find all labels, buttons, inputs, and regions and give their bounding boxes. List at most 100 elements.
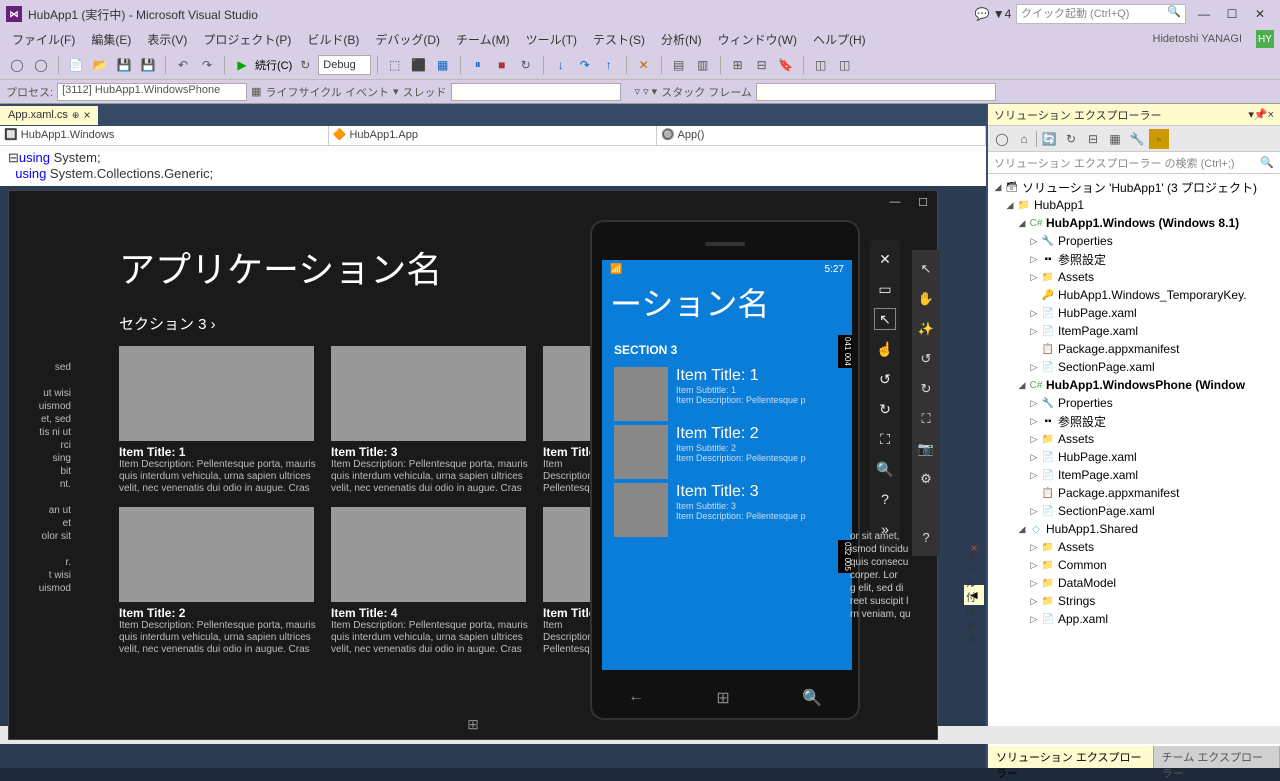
menu-tools[interactable]: ツール(T) bbox=[520, 29, 583, 50]
phone-screen[interactable]: 📶 5:27 ーション名 SECTION 3 Item Title: 1 Ite… bbox=[602, 260, 852, 670]
emu2-hand-icon[interactable]: ✋ bbox=[915, 288, 937, 310]
tab-solution-explorer[interactable]: ソリューション エクスプローラー bbox=[988, 746, 1154, 768]
sim-minimize-icon[interactable]: — bbox=[881, 191, 909, 213]
emu2-rotate-r-icon[interactable]: ↻ bbox=[915, 378, 937, 400]
phone-search-icon[interactable]: 🔍 bbox=[802, 688, 822, 708]
code-editor[interactable]: ⊟using System; using System.Collections.… bbox=[0, 146, 986, 186]
bookmark-icon[interactable]: 🔖 bbox=[775, 54, 797, 76]
se-showall-icon[interactable]: ▦ bbox=[1105, 129, 1125, 149]
tb-icon-c[interactable]: ◫ bbox=[810, 54, 832, 76]
se-sync-icon[interactable]: 🔄 bbox=[1039, 129, 1059, 149]
tb-icon-a[interactable]: ⊞ bbox=[727, 54, 749, 76]
phone-home-icon[interactable]: ⊞ bbox=[716, 688, 729, 708]
sim-maximize-icon[interactable]: ☐ bbox=[909, 191, 937, 213]
menu-team[interactable]: チーム(M) bbox=[450, 29, 516, 50]
se-refresh-icon[interactable]: ↻ bbox=[1061, 129, 1081, 149]
emu2-rotate-l-icon[interactable]: ↺ bbox=[915, 348, 937, 370]
panel-close-icon[interactable]: × bbox=[1268, 109, 1274, 121]
pin-icon[interactable]: ⊕ bbox=[72, 110, 80, 121]
phone-list-item[interactable]: Item Title: 3 Item Subtitle: 3 Item Desc… bbox=[602, 481, 852, 539]
emu-minimize-icon[interactable]: ▭ bbox=[874, 278, 896, 300]
maximize-button[interactable]: ☐ bbox=[1218, 4, 1246, 24]
undo-icon[interactable]: ↶ bbox=[172, 54, 194, 76]
emu-close-icon[interactable]: ✕ bbox=[874, 248, 896, 270]
panel-pin-icon[interactable]: 📌 bbox=[1254, 108, 1268, 121]
save-icon[interactable]: 💾 bbox=[113, 54, 135, 76]
emu-pointer-icon[interactable]: ↖ bbox=[874, 308, 896, 330]
tab-team-explorer[interactable]: チーム エクスプローラー bbox=[1154, 746, 1280, 768]
se-collapse-icon[interactable]: ⊟ bbox=[1083, 129, 1103, 149]
menu-analyze[interactable]: 分析(N) bbox=[655, 29, 708, 50]
menu-window[interactable]: ウィンドウ(W) bbox=[712, 29, 803, 50]
emu2-settings-icon[interactable]: ⚙ bbox=[915, 468, 937, 490]
emu-rotate-right-icon[interactable]: ↻ bbox=[874, 398, 896, 420]
tb-icon-d[interactable]: ◫ bbox=[834, 54, 856, 76]
user-name[interactable]: Hidetoshi YANAGI bbox=[1147, 31, 1248, 47]
app-card[interactable]: Item Title: 2 Item Description: Pellente… bbox=[119, 507, 319, 656]
continue-button[interactable]: ▶ bbox=[231, 54, 253, 76]
user-avatar[interactable]: HY bbox=[1256, 30, 1274, 48]
emu-help-icon[interactable]: ? bbox=[874, 488, 896, 510]
emu2-magic-icon[interactable]: ✨ bbox=[915, 318, 937, 340]
menu-test[interactable]: テスト(S) bbox=[587, 29, 651, 50]
layout2-icon[interactable]: ▥ bbox=[692, 54, 714, 76]
nav-back-icon[interactable]: ◯ bbox=[6, 54, 28, 76]
se-back-icon[interactable]: ◯ bbox=[992, 129, 1012, 149]
emu2-camera-icon[interactable]: 📷 bbox=[915, 438, 937, 460]
close-button[interactable]: ✕ bbox=[1246, 4, 1274, 24]
emu-touch-icon[interactable]: ☝ bbox=[874, 338, 896, 360]
notification-flag-icon[interactable]: ▼4 bbox=[992, 7, 1012, 21]
app-card[interactable]: Item Title: 1 Item Description: Pellente… bbox=[119, 346, 319, 495]
nav-member-combo[interactable]: 🔘 App() bbox=[657, 126, 986, 145]
menu-build[interactable]: ビルド(B) bbox=[301, 29, 365, 50]
open-file-icon[interactable]: 📂 bbox=[89, 54, 111, 76]
lifecycle-label[interactable]: ライフサイクル イベント bbox=[265, 84, 389, 100]
solution-search[interactable]: ソリューション エクスプローラー の検索 (Ctrl+;)🔍 bbox=[988, 152, 1280, 174]
pause-icon[interactable]: ⏸ bbox=[467, 54, 489, 76]
step-over-icon[interactable]: ↷ bbox=[574, 54, 596, 76]
document-tab[interactable]: App.xaml.cs ⊕ × bbox=[0, 106, 98, 125]
phone-list-item[interactable]: Item Title: 1 Item Subtitle: 1 Item Desc… bbox=[602, 365, 852, 423]
app-card[interactable]: Item Title: 3 Item Description: Pellente… bbox=[331, 346, 531, 495]
menu-file[interactable]: ファイル(F) bbox=[6, 29, 81, 50]
config-combo[interactable]: Debug bbox=[318, 55, 370, 75]
se-preview-icon[interactable]: ▫ bbox=[1149, 129, 1169, 149]
emu-zoom-icon[interactable]: 🔍 bbox=[874, 458, 896, 480]
emu-rotate-left-icon[interactable]: ↺ bbox=[874, 368, 896, 390]
intellitrace-icon[interactable]: ✕ bbox=[633, 54, 655, 76]
menu-debug[interactable]: デバッグ(D) bbox=[369, 29, 446, 50]
nav-class-combo[interactable]: 🔶 HubApp1.App bbox=[329, 126, 658, 145]
emu2-fit-icon[interactable]: ⛶ bbox=[915, 408, 937, 430]
process-combo[interactable]: [3112] HubApp1.WindowsPhone bbox=[57, 83, 247, 101]
restart2-icon[interactable]: ↻ bbox=[515, 54, 537, 76]
redo-icon[interactable]: ↷ bbox=[196, 54, 218, 76]
minimize-button[interactable]: — bbox=[1190, 4, 1218, 24]
step-into-icon[interactable]: ↓ bbox=[550, 54, 572, 76]
feedback-icon[interactable]: 💬 bbox=[972, 7, 992, 21]
stack-combo[interactable] bbox=[756, 83, 996, 101]
new-file-icon[interactable]: 📄 bbox=[65, 54, 87, 76]
solution-tree[interactable]: ◢🗃ソリューション 'HubApp1' (3 プロジェクト) ◢📁HubApp1… bbox=[988, 174, 1280, 746]
se-properties-icon[interactable]: 🔧 bbox=[1127, 129, 1147, 149]
phone-list-item[interactable]: Item Title: 2 Item Subtitle: 2 Item Desc… bbox=[602, 423, 852, 481]
app-card[interactable]: Item Title: 4 Item Description: Pellente… bbox=[331, 507, 531, 656]
windows-logo-icon[interactable]: ⊞ bbox=[467, 716, 479, 733]
stop-icon[interactable]: ■ bbox=[491, 54, 513, 76]
nav-project-combo[interactable]: 🔲 HubApp1.Windows bbox=[0, 126, 329, 145]
step-out-icon[interactable]: ↑ bbox=[598, 54, 620, 76]
quick-launch-input[interactable]: クイック起動 (Ctrl+Q)🔍 bbox=[1016, 4, 1186, 24]
save-all-icon[interactable]: 💾 bbox=[137, 54, 159, 76]
emu2-pointer-icon[interactable]: ↖ bbox=[915, 258, 937, 280]
tb-icon-1[interactable]: ⬚ bbox=[384, 54, 406, 76]
menu-view[interactable]: 表示(V) bbox=[141, 29, 193, 50]
se-home-icon[interactable]: ⌂ bbox=[1014, 129, 1034, 149]
tab-close-icon[interactable]: × bbox=[83, 108, 90, 122]
layout-icon[interactable]: ▤ bbox=[668, 54, 690, 76]
menu-project[interactable]: プロジェクト(P) bbox=[197, 29, 297, 50]
lifecycle-icon[interactable]: ▦ bbox=[251, 85, 261, 98]
menu-help[interactable]: ヘルプ(H) bbox=[807, 29, 872, 50]
emu-fit-icon[interactable]: ⛶ bbox=[874, 428, 896, 450]
phone-back-icon[interactable]: ← bbox=[628, 688, 644, 708]
menu-edit[interactable]: 編集(E) bbox=[85, 29, 137, 50]
tb-icon-3[interactable]: ▦ bbox=[432, 54, 454, 76]
